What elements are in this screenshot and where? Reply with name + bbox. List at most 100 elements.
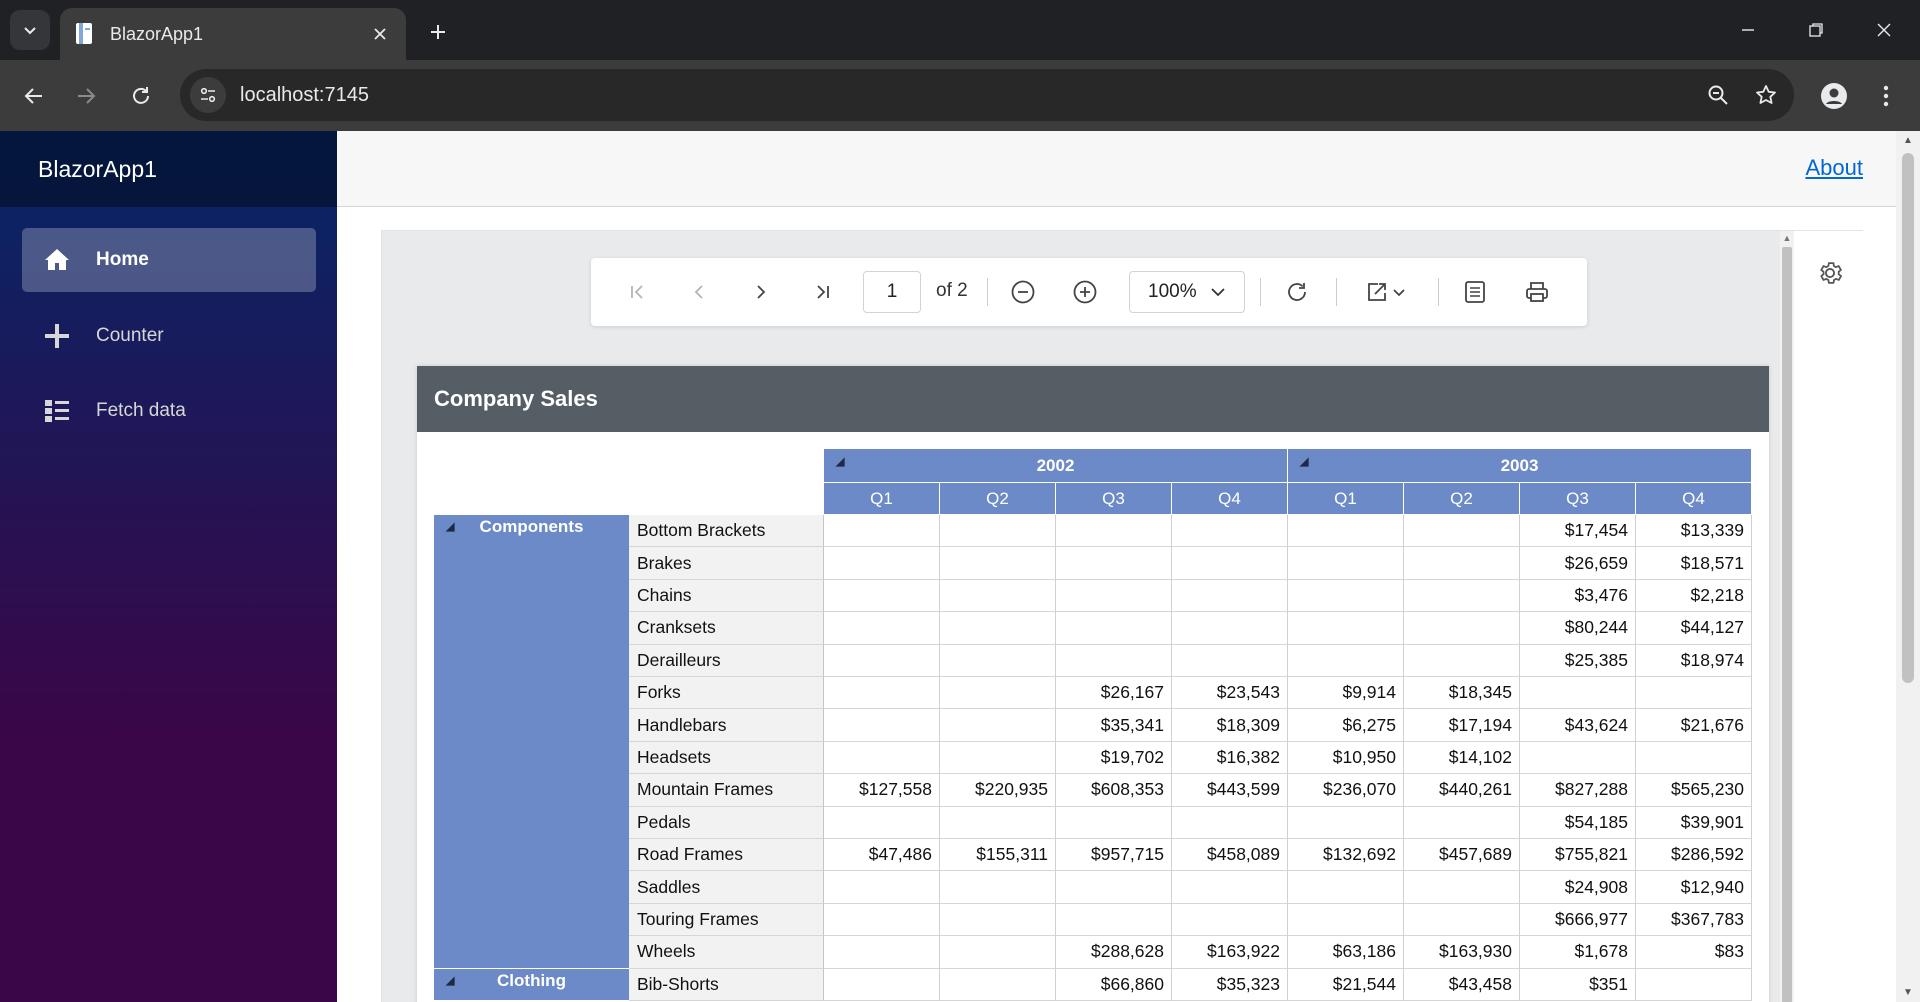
- value-cell: $3,476: [1520, 579, 1636, 613]
- refresh-button[interactable]: [1277, 272, 1317, 312]
- value-cell: $18,309: [1172, 709, 1288, 742]
- value-cell: [940, 644, 1056, 677]
- back-button[interactable]: [12, 74, 56, 118]
- refresh-icon: [1288, 283, 1306, 301]
- product-row-header: Saddles: [629, 871, 824, 904]
- value-cell: $155,311: [940, 839, 1056, 872]
- value-cell: [940, 579, 1056, 613]
- last-page-button[interactable]: [803, 272, 843, 312]
- value-cell: $43,624: [1520, 709, 1636, 742]
- value-cell: [1288, 579, 1404, 613]
- value-cell: [1056, 806, 1172, 839]
- value-cell: [824, 741, 940, 775]
- chevron-left-icon: [694, 285, 703, 299]
- scrollbar-thumb[interactable]: [1782, 247, 1792, 1002]
- nav-item-counter[interactable]: Counter: [22, 304, 316, 368]
- value-cell: $18,571: [1636, 547, 1752, 580]
- value-cell: $10,950: [1288, 741, 1404, 775]
- value-cell: $827,288: [1520, 774, 1636, 807]
- about-link[interactable]: About: [1806, 155, 1864, 181]
- quarter-header: Q2: [1404, 483, 1520, 515]
- value-cell: [824, 677, 940, 710]
- browser-menu-button[interactable]: [1864, 74, 1908, 118]
- value-cell: $63,186: [1288, 936, 1404, 969]
- page-scroll-down-arrow[interactable]: ▼: [1896, 987, 1920, 1001]
- value-cell: $608,353: [1056, 774, 1172, 807]
- tab-close-button[interactable]: [366, 20, 394, 48]
- settings-panel: [1794, 231, 1864, 1002]
- page-scrollbar[interactable]: ▲ ▼: [1896, 131, 1920, 1002]
- app-brand[interactable]: BlazorApp1: [0, 131, 337, 207]
- next-page-button[interactable]: [741, 272, 781, 312]
- url-text[interactable]: localhost:7145: [240, 84, 1698, 107]
- value-cell: $236,070: [1288, 774, 1404, 807]
- value-cell: [1056, 871, 1172, 904]
- value-cell: [940, 936, 1056, 969]
- tab-search-button[interactable]: [10, 10, 50, 50]
- value-cell: $132,692: [1288, 839, 1404, 872]
- product-row-header: Bib-Shorts: [629, 968, 824, 1001]
- parameters-button[interactable]: [1455, 272, 1495, 312]
- value-cell: [824, 936, 940, 969]
- zoom-in-button[interactable]: [1065, 272, 1105, 312]
- print-button[interactable]: [1517, 272, 1557, 312]
- window-restore-button[interactable]: [1796, 10, 1836, 50]
- value-cell: [1172, 806, 1288, 839]
- value-cell: [1172, 515, 1288, 548]
- new-tab-button[interactable]: [420, 14, 456, 50]
- value-cell: $39,901: [1636, 806, 1752, 839]
- sidebar: BlazorApp1 Home Counter Fetch data: [0, 131, 337, 1002]
- nav-item-label: Home: [96, 249, 149, 270]
- zoom-value: 100%: [1148, 281, 1197, 302]
- value-cell: [1288, 871, 1404, 904]
- site-info-button[interactable]: [190, 77, 226, 113]
- vertical-scrollbar[interactable]: ▲: [1780, 231, 1794, 1002]
- export-button[interactable]: [1359, 272, 1415, 312]
- collapse-toggle-icon[interactable]: ◢: [1300, 455, 1308, 468]
- value-cell: $13,339: [1636, 515, 1752, 548]
- zoom-out-button[interactable]: [1003, 272, 1043, 312]
- scroll-up-arrow[interactable]: ▲: [1780, 231, 1794, 245]
- page-number-input[interactable]: 1: [863, 271, 921, 313]
- value-cell: $24,908: [1520, 871, 1636, 904]
- profile-button[interactable]: [1812, 74, 1856, 118]
- previous-page-button[interactable]: [679, 272, 719, 312]
- value-cell: $17,194: [1404, 709, 1520, 742]
- value-cell: $367,783: [1636, 903, 1752, 937]
- value-cell: [940, 709, 1056, 742]
- product-row-header: Touring Frames: [629, 903, 824, 937]
- value-cell: $755,821: [1520, 839, 1636, 872]
- value-cell: $44,127: [1636, 612, 1752, 645]
- value-cell: [1288, 806, 1404, 839]
- value-cell: [940, 871, 1056, 904]
- nav-item-fetch-data[interactable]: Fetch data: [22, 379, 316, 443]
- value-cell: [824, 644, 940, 677]
- window-close-button[interactable]: [1864, 10, 1904, 50]
- product-row-header: Derailleurs: [629, 644, 824, 677]
- nav-item-home[interactable]: Home: [22, 228, 316, 292]
- value-cell: $66,860: [1056, 968, 1172, 1001]
- bookmark-button[interactable]: [1746, 75, 1786, 115]
- value-cell: [1172, 871, 1288, 904]
- plus-icon: [42, 321, 72, 351]
- value-cell: [1172, 903, 1288, 937]
- first-page-button[interactable]: [617, 272, 657, 312]
- zoom-indicator-button[interactable]: [1698, 75, 1738, 115]
- collapse-toggle-icon[interactable]: ◢: [836, 455, 844, 468]
- value-cell: $35,341: [1056, 709, 1172, 742]
- page-scrollbar-thumb[interactable]: [1902, 153, 1914, 683]
- value-cell: [824, 903, 940, 937]
- settings-button[interactable]: [1816, 259, 1844, 287]
- zoom-select[interactable]: 100%: [1129, 271, 1245, 313]
- browser-tab[interactable]: BlazorApp1: [60, 8, 406, 60]
- product-row-header: Chains: [629, 579, 824, 613]
- address-bar[interactable]: localhost:7145: [180, 69, 1794, 121]
- forward-button[interactable]: [64, 74, 108, 118]
- reload-button[interactable]: [119, 74, 163, 118]
- report-page: Company Sales 2002 ◢ 2003 ◢ Q1 Q2 Q3 Q4 Q1 Q2 Q3 Q4…: [417, 366, 1769, 1002]
- product-row-header: Cranksets: [629, 612, 824, 645]
- window-minimize-button[interactable]: [1728, 10, 1768, 50]
- value-cell: $2,218: [1636, 579, 1752, 613]
- page-scroll-up-arrow[interactable]: ▲: [1896, 135, 1920, 149]
- tune-icon: [200, 87, 216, 103]
